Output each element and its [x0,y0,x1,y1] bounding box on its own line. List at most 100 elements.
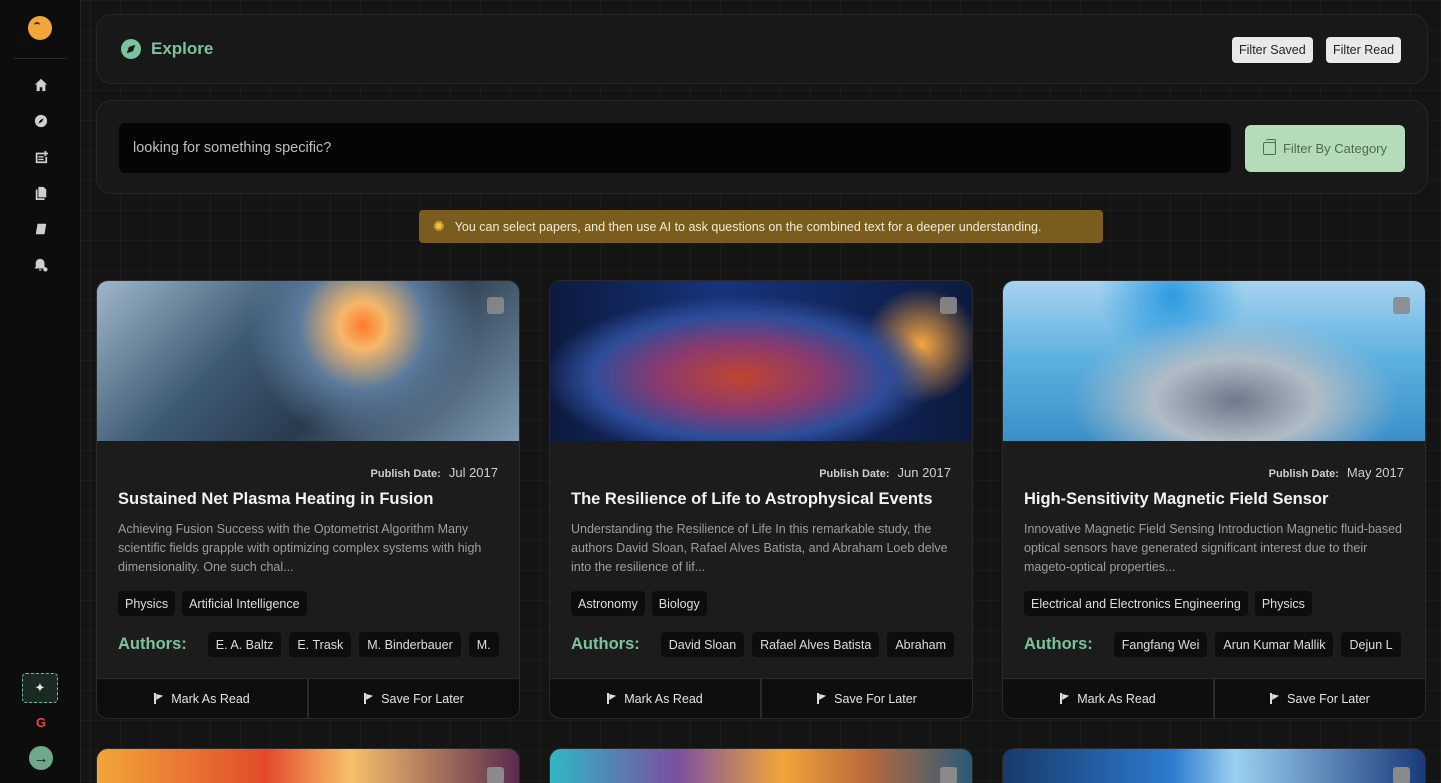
tag-list: Physics Artificial Intelligence [118,591,307,616]
paper-title[interactable]: The Resilience of Life to Astrophysical … [571,490,954,509]
category-tag[interactable]: Physics [118,591,176,616]
author-list: Authors: David Sloan Rafael Alves Batist… [571,631,954,658]
search-panel: Filter By Category [96,100,1428,194]
save-for-later-button[interactable]: Save For Later [760,679,972,718]
author-list: Authors: E. A. Baltz E. Trask M. Binderb… [118,631,501,658]
paper-image [1003,281,1425,441]
paper-title[interactable]: High-Sensitivity Magnetic Field Sensor [1024,490,1407,509]
mark-as-read-label: Mark As Read [171,691,250,706]
publish-date: Publish Date: Jun 2017 [819,465,951,480]
paper-card[interactable]: Publish Date: Jun 2017 The Resilience of… [549,280,973,719]
google-icon[interactable]: G [34,716,48,730]
category-tag[interactable]: Artificial Intelligence [182,591,307,616]
search-input[interactable] [119,123,1231,173]
tag-list: Astronomy Biology [571,591,707,616]
paper-card[interactable]: Publish Date: May 2017 High-Sensitivity … [1002,280,1426,719]
flag-icon [1270,693,1279,704]
paper-title[interactable]: Sustained Net Plasma Heating in Fusion [118,490,501,509]
category-tag[interactable]: Astronomy [571,591,645,616]
paper-description: Achieving Fusion Success with the Optome… [118,522,482,574]
publish-date: Publish Date: Jul 2017 [371,465,498,480]
publish-date-value: May 2017 [1346,465,1404,480]
publish-date-value: Jul 2017 [448,465,498,480]
save-for-later-button[interactable]: Save For Later [1213,679,1425,718]
sparkle-icon: ✦ [34,680,46,695]
category-tag[interactable]: Physics [1254,591,1312,616]
select-checkbox[interactable] [1393,767,1410,783]
notification-settings-icon[interactable] [33,257,49,273]
notebook-icon[interactable] [33,221,49,237]
paper-image [97,281,519,441]
arrow-right-icon[interactable]: → [29,746,53,770]
tip-banner: ✺ You can select papers, and then use AI… [419,210,1103,243]
save-for-later-label: Save For Later [834,691,917,706]
paper-card[interactable] [1002,748,1426,783]
paper-card[interactable] [549,748,973,783]
authors-label: Authors: [118,635,187,653]
page-title-text: Explore [151,39,214,58]
paper-card[interactable]: Publish Date: Jul 2017 Sustained Net Pla… [96,280,520,719]
publish-date-label: Publish Date: [819,468,890,480]
author-chip[interactable]: E. A. Baltz [207,632,282,657]
author-chip[interactable]: Dejun L [1341,632,1401,657]
category-tag[interactable]: Biology [651,591,707,616]
sidebar-divider [14,58,66,59]
category-tag[interactable]: Electrical and Electronics Engineering [1024,591,1248,616]
flag-icon [154,693,163,704]
flag-icon [1060,693,1069,704]
filter-read-button[interactable]: Filter Read [1326,37,1402,63]
paper-image [550,281,972,441]
authors-label: Authors: [571,635,640,653]
author-list: Authors: Fangfang Wei Arun Kumar Mallik … [1024,631,1407,658]
save-for-later-label: Save For Later [1287,691,1370,706]
publish-date-value: Jun 2017 [897,465,952,480]
card-actions: Mark As Read Save For Later [550,678,972,718]
publish-date-label: Publish Date: [1268,468,1339,480]
select-checkbox[interactable] [940,297,957,314]
filter-by-category-button[interactable]: Filter By Category [1245,125,1405,172]
add-note-icon[interactable] [33,149,49,165]
flag-icon [364,693,373,704]
flag-icon [607,693,616,704]
mark-as-read-button[interactable]: Mark As Read [1003,679,1213,718]
category-icon [1262,139,1276,155]
author-chip[interactable]: Rafael Alves Batista [752,632,880,657]
home-icon[interactable] [33,77,49,93]
save-for-later-label: Save For Later [381,691,464,706]
select-checkbox[interactable] [487,297,504,314]
sidebar: ✦ G → [0,0,81,783]
paper-description: Understanding the Resilience of Life In … [571,522,948,574]
author-chip[interactable]: E. Trask [289,632,352,657]
documents-icon[interactable] [33,185,49,201]
paper-card[interactable] [96,748,520,783]
tag-list: Electrical and Electronics Engineering P… [1024,591,1312,616]
lightbulb-icon: ✺ [433,218,445,234]
save-for-later-button[interactable]: Save For Later [307,679,519,718]
ai-sparkle-button[interactable]: ✦ [22,673,58,703]
compass-icon[interactable] [33,113,49,129]
select-checkbox[interactable] [940,767,957,783]
mark-as-read-button[interactable]: Mark As Read [97,679,307,718]
logo-icon[interactable] [28,16,52,40]
author-chip[interactable]: Fangfang Wei [1113,632,1208,657]
paper-description: Innovative Magnetic Field Sensing Introd… [1024,522,1402,574]
publish-date-label: Publish Date: [370,468,441,480]
authors-label: Authors: [1024,635,1093,653]
author-chip[interactable]: M. [468,632,499,657]
flag-icon [817,693,826,704]
select-checkbox[interactable] [487,767,504,783]
card-actions: Mark As Read Save For Later [1003,678,1425,718]
page-title: Explore [121,39,213,59]
header-panel: Explore Filter Saved Filter Read [96,14,1428,84]
author-chip[interactable]: David Sloan [660,632,745,657]
mark-as-read-label: Mark As Read [624,691,703,706]
author-chip[interactable]: Abraham [887,632,954,657]
mark-as-read-label: Mark As Read [1077,691,1156,706]
select-checkbox[interactable] [1393,297,1410,314]
author-chip[interactable]: M. Binderbauer [359,632,461,657]
author-chip[interactable]: Arun Kumar Mallik [1215,632,1334,657]
mark-as-read-button[interactable]: Mark As Read [550,679,760,718]
publish-date: Publish Date: May 2017 [1269,465,1404,480]
filter-saved-button[interactable]: Filter Saved [1232,37,1313,63]
compass-icon [121,39,141,59]
